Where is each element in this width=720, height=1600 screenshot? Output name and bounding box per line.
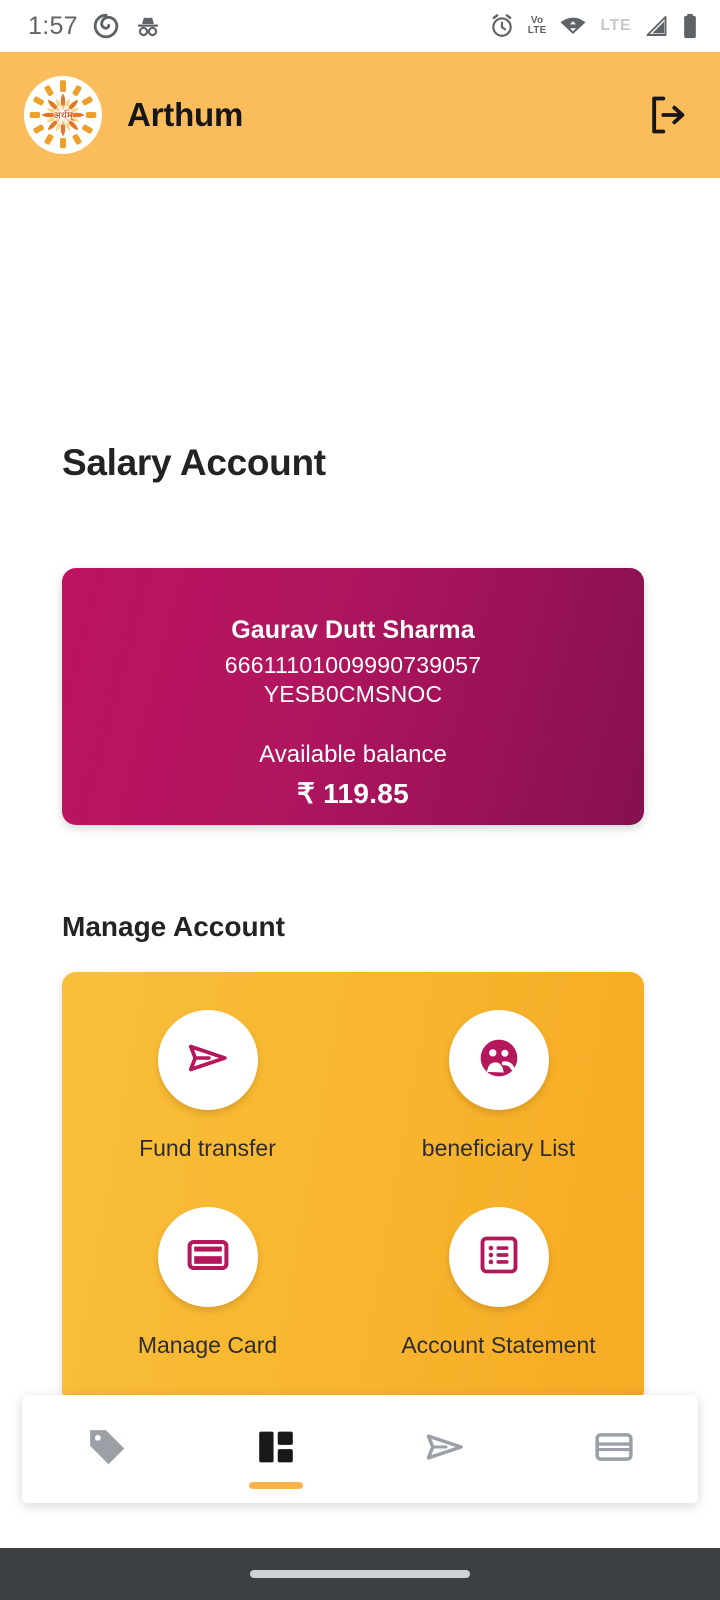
available-balance-label: Available balance — [259, 741, 447, 768]
account-balance-card[interactable]: Gaurav Dutt Sharma 66611101009990739057 … — [62, 568, 644, 825]
dashboard-grid-icon — [255, 1426, 297, 1473]
fund-transfer-icon-circle[interactable] — [157, 1010, 258, 1110]
status-bar-right: Vo LTE LTE — [489, 13, 698, 39]
volte-icon: Vo LTE — [528, 16, 547, 36]
logout-icon[interactable] — [640, 88, 694, 142]
tag-icon — [84, 1424, 130, 1475]
account-number: 66611101009990739057 — [224, 652, 482, 678]
beneficiary-list-icon-circle[interactable] — [448, 1010, 549, 1110]
volte-bottom: LTE — [527, 25, 547, 36]
app-header: अर्थम् Arthum — [0, 52, 720, 178]
list-statement-icon — [477, 1233, 521, 1282]
nav-active-indicator — [248, 1482, 303, 1489]
tile-label: Account Statement — [401, 1332, 596, 1358]
status-time: 1:57 — [28, 11, 78, 40]
logo-devanagari-text: अर्थम् — [53, 110, 74, 122]
card-icon — [592, 1425, 636, 1474]
lte-icon: LTE — [600, 17, 631, 34]
tile-fund-transfer[interactable]: Fund transfer — [62, 1010, 353, 1162]
tile-beneficiary-list[interactable]: beneficiary List — [353, 1010, 644, 1162]
tile-label: Manage Card — [137, 1332, 278, 1358]
arthum-lotus-logo: अर्थम् — [24, 76, 102, 154]
tile-label: beneficiary List — [421, 1135, 576, 1161]
send-icon — [184, 1034, 232, 1087]
app-name-title: Arthum — [127, 96, 244, 133]
account-holder-name: Gaurav Dutt Sharma — [231, 616, 475, 644]
group-people-icon — [477, 1036, 521, 1085]
incognito-icon — [134, 14, 162, 38]
bottom-navigation-bar — [22, 1395, 698, 1503]
status-bar-left: 1:57 — [28, 12, 162, 41]
tile-account-statement[interactable]: Account Statement — [353, 1207, 644, 1359]
manage-card-icon-circle[interactable] — [157, 1207, 258, 1307]
main-content: Salary Account Gaurav Dutt Sharma 666111… — [0, 178, 720, 1600]
credit-card-icon — [185, 1232, 231, 1283]
gesture-pill[interactable] — [250, 1570, 470, 1578]
battery-icon — [682, 13, 698, 39]
system-gesture-bar — [0, 1548, 720, 1600]
account-ifsc-code: YESB0CMSNOC — [263, 681, 443, 707]
send-icon — [422, 1424, 468, 1475]
available-balance-amount: ₹ 119.85 — [296, 778, 410, 809]
manage-account-heading: Manage Account — [62, 911, 285, 942]
tile-label: Fund transfer — [139, 1135, 276, 1161]
status-bar: 1:57 Vo LTE LTE — [0, 0, 720, 52]
signal-icon — [644, 14, 669, 38]
page-title: Salary Account — [62, 442, 326, 483]
nav-item-transfer[interactable] — [360, 1395, 529, 1503]
nav-item-offers[interactable] — [22, 1395, 191, 1503]
nav-item-dashboard[interactable] — [191, 1395, 360, 1503]
nav-item-cards[interactable] — [529, 1395, 698, 1503]
app-screen: 1:57 Vo LTE LTE अर्थम् Arthum Salary Acc… — [0, 0, 720, 1600]
alarm-icon — [489, 13, 515, 39]
wifi-icon — [559, 14, 587, 38]
manage-account-panel: Fund transfer beneficiary List Manage Ca… — [62, 972, 644, 1404]
spiral-icon — [93, 13, 119, 39]
tile-manage-card[interactable]: Manage Card — [62, 1207, 353, 1359]
account-statement-icon-circle[interactable] — [448, 1207, 549, 1307]
